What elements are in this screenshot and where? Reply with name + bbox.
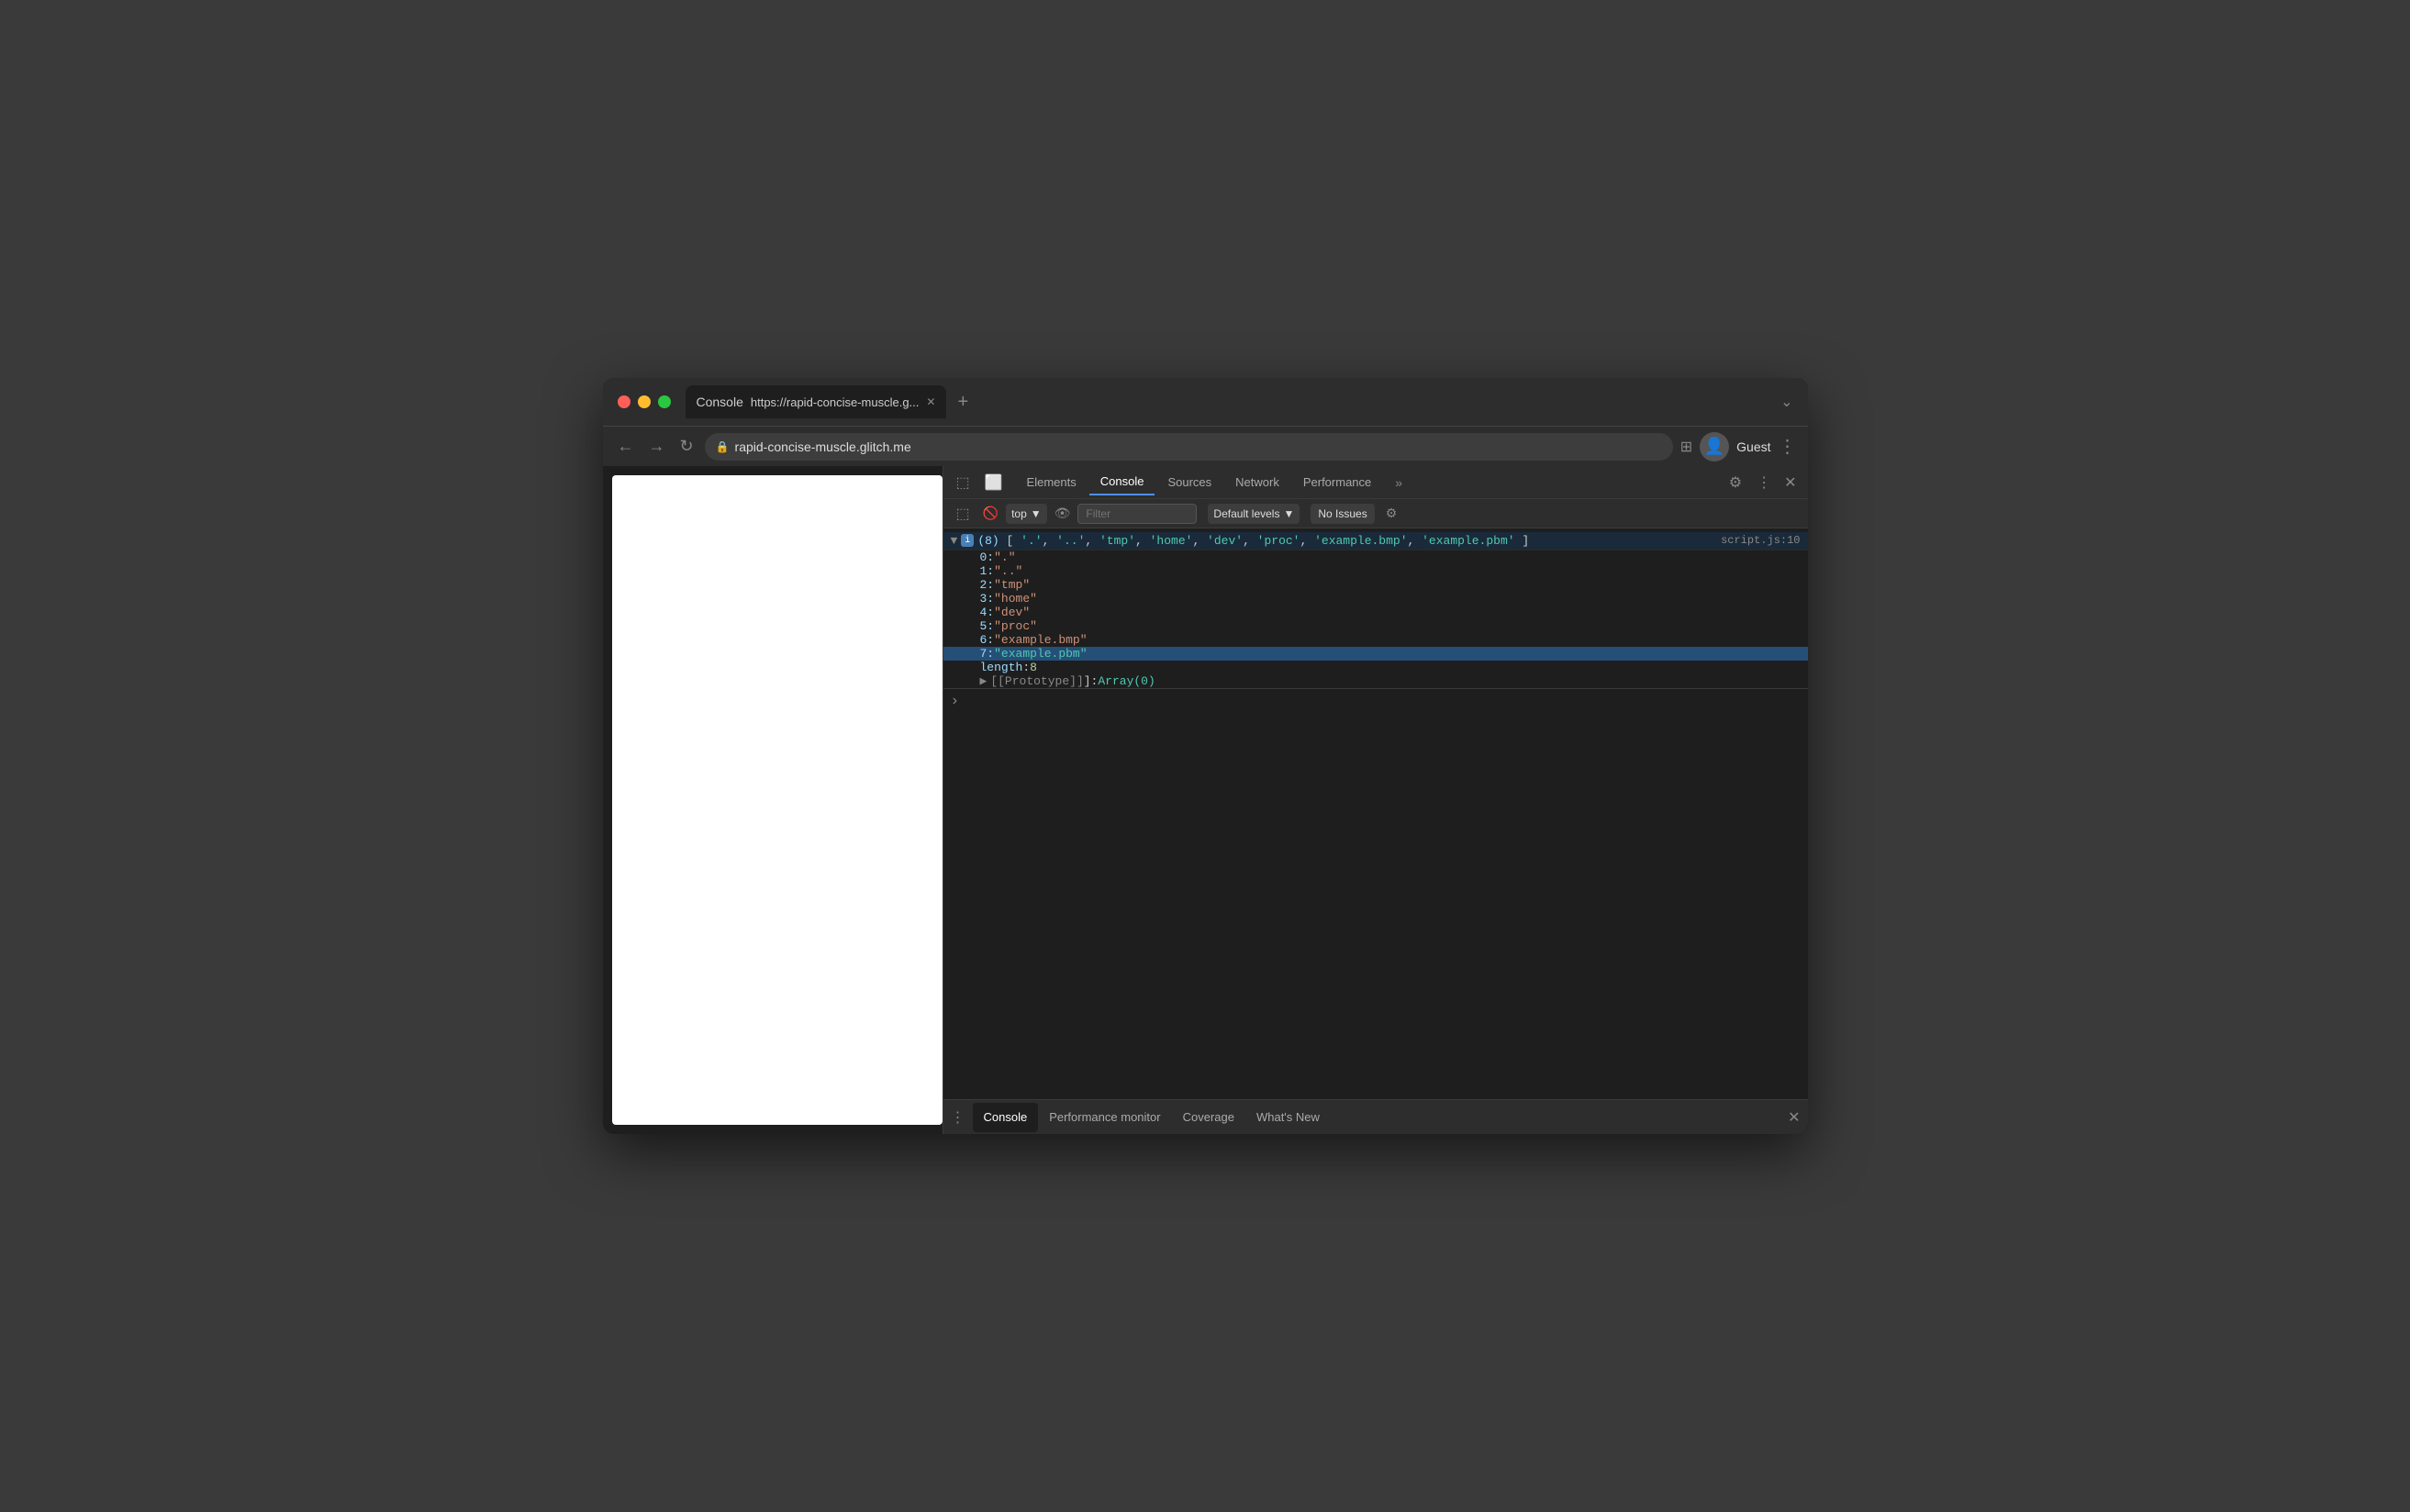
inspect-element-button[interactable]: ⬚: [951, 470, 976, 495]
highlighted-value: "example.pbm": [994, 647, 1087, 661]
drawer-coverage-label: Coverage: [1183, 1110, 1234, 1124]
default-levels-label: Default levels: [1213, 507, 1279, 520]
array-item-6: 6: "example.bmp": [943, 633, 1808, 647]
devtools-panel: ⬚ ⬜ Elements Console Sources Network: [943, 466, 1808, 1134]
tab-console[interactable]: Console: [1089, 470, 1155, 495]
profile-button[interactable]: 👤: [1700, 432, 1729, 461]
drawer-whats-new-label: What's New: [1256, 1110, 1320, 1124]
page-content-area: [612, 475, 943, 1125]
more-tabs-button[interactable]: »: [1384, 470, 1413, 495]
tab-close-button[interactable]: ✕: [926, 395, 935, 408]
console-input[interactable]: [966, 695, 1800, 708]
array-preview-text: (8) [ '.', '..', 'tmp', 'home', 'dev', '…: [977, 534, 1529, 548]
drawer-more-icon[interactable]: ⋮: [951, 1108, 965, 1127]
clear-console-icon[interactable]: 🚫: [983, 506, 999, 521]
devtools-more-button[interactable]: ⋮: [1751, 470, 1777, 495]
array-item-2: 2: "tmp": [943, 578, 1808, 592]
device-mode-button[interactable]: ⬜: [979, 470, 1009, 495]
forward-button[interactable]: →: [645, 433, 669, 460]
default-levels-selector[interactable]: Default levels ▼: [1208, 504, 1300, 524]
info-badge: i: [961, 534, 974, 547]
drawer-performance-label: Performance monitor: [1049, 1110, 1160, 1124]
context-selector[interactable]: top ▼: [1006, 504, 1047, 524]
drawer-tab-coverage[interactable]: Coverage: [1172, 1103, 1245, 1132]
sidebar-toggle-icon[interactable]: ⊞: [1680, 438, 1692, 456]
active-tab[interactable]: Console https://rapid-concise-muscle.g..…: [686, 385, 947, 418]
devtools-settings-button[interactable]: ⚙: [1724, 470, 1747, 495]
array-item-5: 5: "proc": [943, 619, 1808, 633]
console-input-line: ›: [943, 688, 1808, 713]
array-length: length : 8: [943, 661, 1808, 674]
main-area: ⬚ ⬜ Elements Console Sources Network: [603, 466, 1808, 1134]
tab-favicon: Console: [697, 395, 743, 409]
prototype-toggle[interactable]: ▶: [980, 674, 987, 688]
array-item-3: 3: "home": [943, 592, 1808, 606]
array-item-0: 0: ".": [943, 550, 1808, 564]
devtools-actions: ⚙ ⋮ ✕: [1724, 470, 1801, 495]
array-collapse-toggle[interactable]: ▼: [951, 534, 958, 548]
eye-icon[interactable]: 👁: [1054, 506, 1071, 521]
tab-sources[interactable]: Sources: [1156, 470, 1222, 495]
drawer-close-button[interactable]: ✕: [1788, 1108, 1800, 1127]
devtools-tabs: Elements Console Sources Network Perform…: [1012, 470, 1720, 495]
tab-elements[interactable]: Elements: [1016, 470, 1088, 495]
nav-right: ⊞ 👤 Guest ⋮: [1680, 432, 1797, 461]
console-toolbar: ⬚ 🚫 top ▼ 👁 Default levels ▼ No Issues ⚙: [943, 499, 1808, 528]
array-item-7: 7: "example.pbm": [943, 647, 1808, 661]
tab-url: https://rapid-concise-muscle.g...: [751, 395, 920, 409]
context-value: top: [1011, 507, 1027, 520]
console-output: ▼ i (8) [ '.', '..', 'tmp', 'home', 'dev…: [943, 528, 1808, 1099]
devtools-close-button[interactable]: ✕: [1780, 470, 1800, 495]
array-prototype: ▶ [[Prototype]] ]: Array(0): [943, 674, 1808, 688]
minimize-traffic-light[interactable]: [638, 395, 651, 408]
chevron-down-icon[interactable]: ⌄: [1780, 393, 1792, 411]
filter-input[interactable]: [1077, 504, 1197, 524]
drawer-tab-performance-monitor[interactable]: Performance monitor: [1038, 1103, 1171, 1132]
console-prompt: ›: [951, 693, 960, 709]
devtools-element-inspect-icon[interactable]: ⬚: [951, 501, 976, 527]
context-chevron-icon: ▼: [1031, 507, 1042, 520]
console-settings-icon[interactable]: ⚙: [1386, 506, 1398, 521]
array-item-4: 4: "dev": [943, 606, 1808, 619]
title-bar-right: ⌄: [1780, 393, 1792, 411]
guest-label: Guest: [1736, 439, 1770, 454]
reload-button[interactable]: ↻: [676, 433, 697, 460]
drawer-tab-whats-new[interactable]: What's New: [1245, 1103, 1331, 1132]
array-item-1: 1: "..": [943, 564, 1808, 578]
tab-network[interactable]: Network: [1224, 470, 1290, 495]
no-issues-button[interactable]: No Issues: [1311, 504, 1374, 524]
console-array-entry: ▼ i (8) [ '.', '..', 'tmp', 'home', 'dev…: [943, 532, 1808, 550]
drawer-tab-console[interactable]: Console: [973, 1103, 1039, 1132]
url-bar[interactable]: 🔒 rapid-concise-muscle.glitch.me: [705, 433, 1673, 461]
source-link[interactable]: script.js:10: [1721, 534, 1800, 547]
title-bar: Console https://rapid-concise-muscle.g..…: [603, 378, 1808, 426]
drawer-console-label: Console: [984, 1110, 1028, 1124]
url-text: rapid-concise-muscle.glitch.me: [735, 439, 911, 454]
close-traffic-light[interactable]: [618, 395, 630, 408]
new-tab-button[interactable]: +: [950, 392, 976, 413]
lock-icon: 🔒: [716, 440, 730, 453]
traffic-lights: [618, 395, 671, 408]
tab-bar: Console https://rapid-concise-muscle.g..…: [686, 385, 1774, 418]
bottom-drawer: ⋮ Console Performance monitor Coverage W…: [943, 1099, 1808, 1134]
no-issues-label: No Issues: [1318, 507, 1367, 520]
profile-icon: 👤: [1704, 437, 1724, 456]
nav-bar: ← → ↻ 🔒 rapid-concise-muscle.glitch.me ⊞…: [603, 426, 1808, 466]
maximize-traffic-light[interactable]: [658, 395, 671, 408]
devtools-toolbar: ⬚ ⬜ Elements Console Sources Network: [943, 466, 1808, 499]
back-button[interactable]: ←: [614, 433, 638, 460]
more-menu-button[interactable]: ⋮: [1779, 435, 1797, 458]
default-levels-chevron-icon: ▼: [1283, 507, 1294, 520]
tab-performance[interactable]: Performance: [1292, 470, 1382, 495]
browser-window: Console https://rapid-concise-muscle.g..…: [603, 378, 1808, 1134]
